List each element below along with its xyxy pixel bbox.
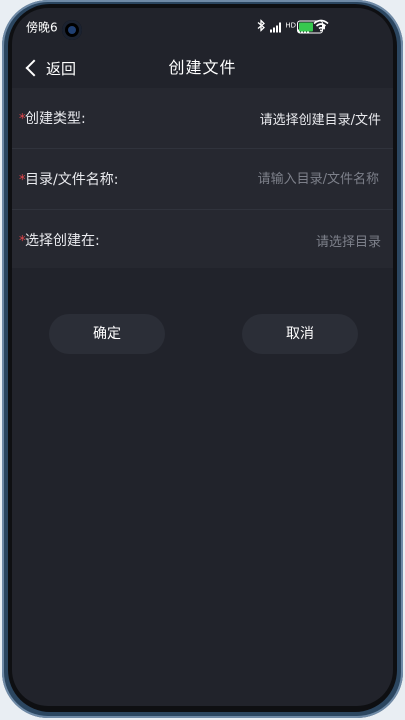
battery-icon	[297, 20, 325, 34]
front-camera	[62, 20, 82, 40]
location-label: 选择创建在:	[25, 233, 100, 249]
status-time: 傍晚6	[26, 20, 58, 35]
bluetooth-icon	[256, 18, 266, 35]
page-title: 创建文件	[168, 58, 237, 77]
name-label: 目录/文件名称:	[25, 172, 119, 188]
phone-bezel: 傍晚6 HD 返回 创建文件 * 创建类型: 请选择创建目录/文件 * 目录/文…	[8, 4, 397, 712]
nav-bar: 返回 创建文件	[12, 48, 393, 88]
phone-frame: 傍晚6 HD 返回 创建文件 * 创建类型: 请选择创建目录/文件 * 目录/文…	[2, 0, 403, 718]
form-row-type[interactable]: * 创建类型: 请选择创建目录/文件	[12, 88, 393, 149]
type-label: 创建类型:	[25, 111, 86, 127]
type-select[interactable]: 请选择创建目录/文件	[260, 109, 381, 128]
status-bar: 傍晚6 HD	[12, 8, 393, 40]
signal-icon	[270, 22, 282, 32]
cancel-button[interactable]: 取消	[242, 314, 358, 354]
name-input[interactable]	[227, 170, 381, 188]
create-file-form: * 创建类型: 请选择创建目录/文件 * 目录/文件名称: * 选择创建在: 请…	[12, 88, 393, 268]
confirm-button[interactable]: 确定	[49, 314, 165, 354]
hd-label: HD	[285, 21, 296, 29]
form-row-location[interactable]: * 选择创建在: 请选择目录	[12, 210, 393, 270]
location-select[interactable]: 请选择目录	[316, 231, 381, 250]
app-screen: 傍晚6 HD 返回 创建文件 * 创建类型: 请选择创建目录/文件 * 目录/文…	[12, 8, 393, 706]
form-row-name: * 目录/文件名称:	[12, 149, 393, 210]
